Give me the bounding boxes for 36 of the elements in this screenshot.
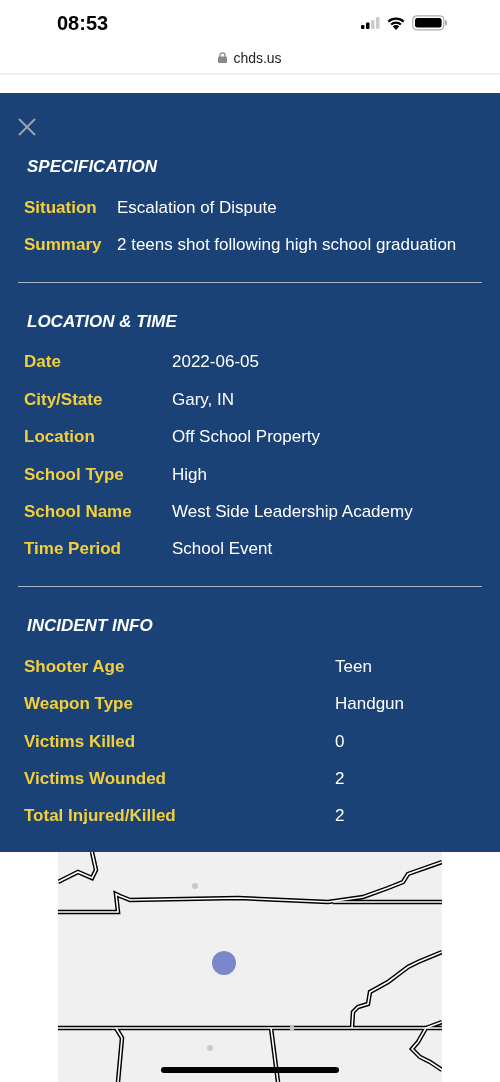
field-value: Gary, IN: [172, 389, 236, 410]
section-heading: SPECIFICATION: [26, 156, 159, 178]
section-heading: INCIDENT INFO: [26, 615, 154, 638]
field-value: 2: [335, 806, 346, 827]
field-label: School Name: [24, 502, 133, 523]
field-value: School Event: [172, 539, 274, 560]
field-label: Victims Killed: [24, 731, 137, 752]
field-label: Victims Wounded: [24, 769, 167, 789]
battery-icon: [412, 15, 448, 31]
section-heading: LOCATION & TIME: [26, 310, 179, 333]
field-value: 2 teens shot following high school graduation: [117, 235, 458, 256]
status-time: 08:53: [57, 11, 109, 35]
field-value: Escalation of Dispute: [117, 197, 278, 218]
field-value: West Side Leadership Academy: [172, 502, 414, 523]
field-label: City/State: [24, 389, 104, 410]
field-value: Off School Property: [172, 427, 322, 448]
field-label: Location: [24, 427, 96, 448]
lock-icon: [218, 52, 228, 63]
field-value: High: [172, 464, 208, 485]
field-label: Date: [24, 352, 62, 373]
field-value: 0: [335, 731, 346, 752]
field-label: School Type: [24, 464, 125, 485]
field-label: Time Period: [24, 539, 122, 560]
field-value: 2: [335, 769, 346, 789]
field-label: Weapon Type: [24, 694, 134, 715]
field-label: Shooter Age: [24, 656, 126, 677]
field-value: Handgun: [335, 694, 405, 715]
url-text: chds.us: [233, 49, 282, 66]
close-icon[interactable]: [18, 118, 36, 136]
field-label: Situation: [24, 197, 98, 218]
signal-icon: [361, 17, 380, 29]
field-label: Total Injured/Killed: [24, 806, 177, 827]
field-label: Summary: [24, 235, 103, 256]
wifi-icon: [386, 16, 406, 30]
field-value: Teen: [335, 656, 373, 677]
field-value: 2022-06-05: [172, 352, 260, 373]
